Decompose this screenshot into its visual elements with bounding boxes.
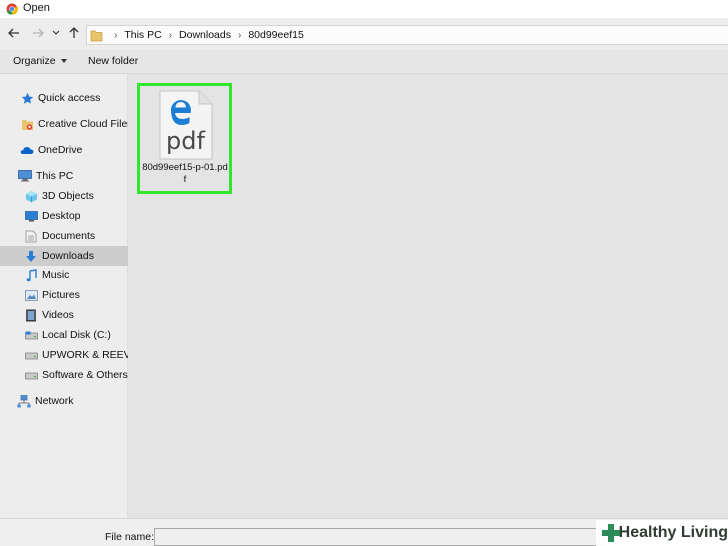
network-icon [17, 394, 31, 408]
sidebar-item-label: Videos [42, 309, 74, 321]
sidebar-item-label: Local Disk (C:) [42, 329, 111, 341]
navigation-bar: › This PC › Downloads › 80d99eef15 [0, 18, 728, 50]
download-arrow-icon [24, 249, 38, 263]
sidebar-item-label: Pictures [42, 289, 80, 301]
creative-cloud-icon [20, 117, 34, 131]
address-bar[interactable]: › This PC › Downloads › 80d99eef15 [86, 25, 728, 45]
breadcrumb: › This PC › Downloads › 80d99eef15 [107, 29, 304, 41]
organize-label: Organize [13, 55, 56, 67]
star-icon [20, 91, 34, 105]
healthy-living-watermark: Healthy Living [596, 520, 728, 546]
chrome-icon [6, 3, 18, 15]
medical-cross-icon [602, 524, 620, 542]
sidebar-item-network[interactable]: Network [0, 391, 144, 411]
forward-arrow-icon[interactable] [30, 24, 46, 42]
sidebar-item-label: Downloads [42, 250, 94, 262]
onedrive-icon [20, 143, 34, 157]
file-item[interactable]: pdf 80d99eef15-p-01.pdf [137, 83, 232, 194]
file-name-label: 80d99eef15-p-01.pdf [142, 162, 228, 185]
computer-icon [18, 169, 32, 183]
desktop-icon [24, 209, 38, 223]
window-title: Open [23, 2, 50, 14]
sidebar-item-label: UPWORK & REEVIO [42, 349, 142, 361]
drive-icon [24, 328, 38, 342]
sidebar-item-creative-cloud-files[interactable]: Creative Cloud Files [0, 114, 147, 134]
sidebar-item-label: This PC [36, 170, 74, 182]
up-arrow-icon[interactable] [66, 24, 82, 42]
organize-button[interactable]: Organize [13, 55, 67, 67]
sidebar-item-label: Quick access [38, 92, 101, 104]
drive-icon [24, 348, 38, 362]
sidebar-item-label: OneDrive [38, 144, 83, 156]
sidebar-item-label: Documents [42, 230, 96, 242]
drive-icon [24, 368, 38, 382]
back-arrow-icon[interactable] [6, 24, 22, 42]
file-type-label: pdf [166, 127, 205, 155]
breadcrumb-this-pc[interactable]: This PC [124, 29, 161, 41]
sidebar-item-quick-access[interactable]: Quick access [0, 88, 147, 108]
sidebar-item-label: Creative Cloud Files [38, 118, 133, 130]
cube-icon [24, 189, 38, 203]
file-name-input[interactable] [154, 528, 604, 546]
file-list: pdf 80d99eef15-p-01.pdf [128, 74, 728, 518]
navigation-pane: Quick access Creative Cloud Files OneDri… [0, 74, 151, 518]
recent-locations-chevron-icon[interactable] [50, 24, 62, 42]
breadcrumb-downloads[interactable]: Downloads [179, 29, 231, 41]
sidebar-item-label: Network [35, 395, 74, 407]
new-folder-button[interactable]: New folder [88, 55, 138, 67]
breadcrumb-chevron-icon: › [114, 29, 118, 41]
watermark-text: Healthy Living [618, 524, 728, 541]
sidebar-item-label: Music [42, 269, 70, 281]
pictures-icon [24, 288, 38, 302]
music-note-icon [24, 268, 38, 282]
sidebar-item-onedrive[interactable]: OneDrive [0, 140, 147, 160]
title-bar: Open [0, 0, 728, 18]
sidebar-item-label: Software & Others ( [42, 369, 135, 381]
sidebar-item-label: 3D Objects [42, 190, 94, 202]
file-name-label: File name: [105, 531, 155, 543]
breadcrumb-current-folder[interactable]: 80d99eef15 [248, 29, 303, 41]
folder-icon [90, 29, 103, 45]
documents-icon [24, 229, 38, 243]
breadcrumb-chevron-icon: › [168, 29, 173, 41]
dropdown-arrow-icon [60, 59, 67, 63]
sidebar-item-label: Desktop [42, 210, 81, 222]
sidebar-item-this-pc[interactable]: This PC [0, 166, 145, 186]
command-toolbar: Organize New folder [0, 50, 728, 74]
breadcrumb-chevron-icon: › [237, 29, 242, 41]
edge-pdf-icon: pdf [159, 90, 213, 163]
film-icon [24, 308, 38, 322]
